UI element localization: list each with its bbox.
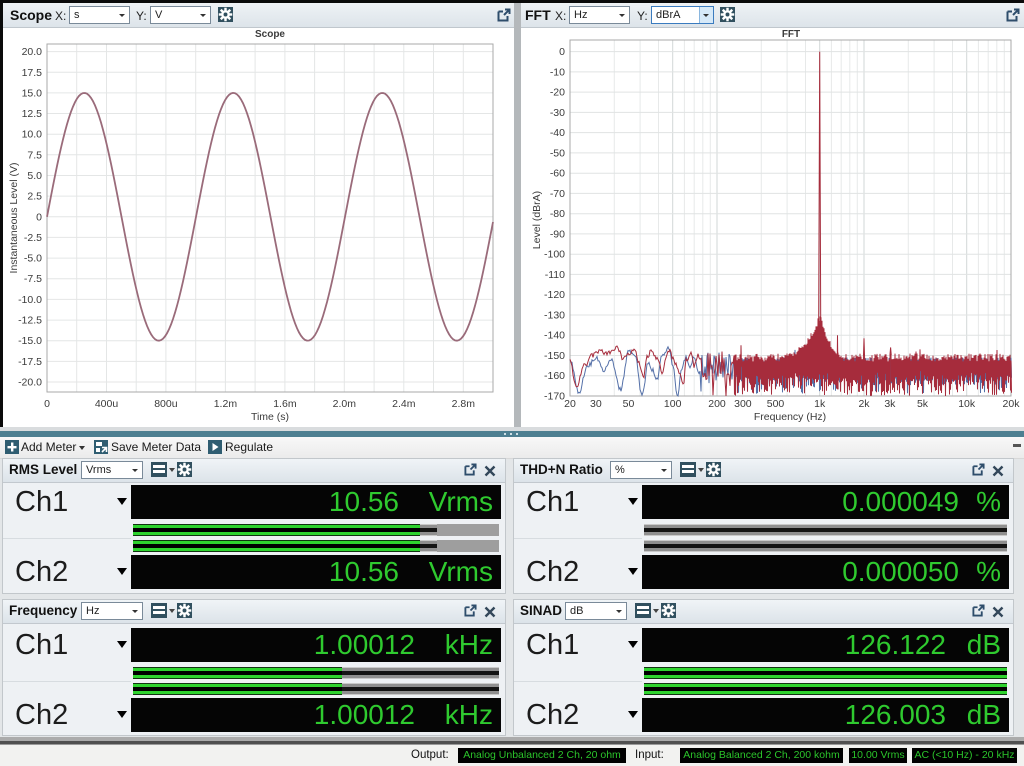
svg-text:-40: -40 xyxy=(550,127,565,139)
svg-text:2k: 2k xyxy=(858,398,870,410)
svg-text:-100: -100 xyxy=(544,249,565,261)
svg-text:-10: -10 xyxy=(550,66,565,78)
svg-text:1k: 1k xyxy=(814,398,826,410)
svg-text:-17.5: -17.5 xyxy=(18,356,42,368)
svg-text:7.5: 7.5 xyxy=(27,149,42,161)
svg-text:Level (dBrA): Level (dBrA) xyxy=(531,191,543,249)
svg-text:Instantaneous Level (V): Instantaneous Level (V) xyxy=(8,163,20,274)
svg-text:-160: -160 xyxy=(544,370,565,382)
svg-text:2.8m: 2.8m xyxy=(452,398,476,410)
svg-text:50: 50 xyxy=(623,398,635,410)
svg-text:-70: -70 xyxy=(550,188,565,200)
svg-text:-90: -90 xyxy=(550,228,565,240)
svg-text:20: 20 xyxy=(564,398,576,410)
svg-text:-10.0: -10.0 xyxy=(18,294,42,306)
svg-text:-30: -30 xyxy=(550,107,565,119)
svg-text:500: 500 xyxy=(767,398,785,410)
svg-text:-130: -130 xyxy=(544,310,565,322)
svg-text:-110: -110 xyxy=(545,269,565,281)
svg-text:-12.5: -12.5 xyxy=(18,315,42,327)
svg-text:10k: 10k xyxy=(958,398,976,410)
svg-text:1.2m: 1.2m xyxy=(214,398,238,410)
svg-text:200: 200 xyxy=(708,398,726,410)
svg-text:12.5: 12.5 xyxy=(22,108,43,120)
svg-text:Scope: Scope xyxy=(255,29,285,40)
svg-text:-60: -60 xyxy=(550,168,565,180)
svg-text:1.6m: 1.6m xyxy=(273,398,297,410)
svg-text:400u: 400u xyxy=(95,398,119,410)
svg-text:Frequency (Hz): Frequency (Hz) xyxy=(754,411,826,423)
svg-text:0: 0 xyxy=(36,211,42,223)
svg-text:-170: -170 xyxy=(544,391,565,403)
svg-text:FFT: FFT xyxy=(782,29,800,40)
svg-text:-20.0: -20.0 xyxy=(18,377,42,389)
svg-text:800u: 800u xyxy=(154,398,178,410)
svg-text:0: 0 xyxy=(44,398,50,410)
svg-text:20.0: 20.0 xyxy=(22,46,43,58)
svg-text:2.0m: 2.0m xyxy=(333,398,357,410)
svg-text:300: 300 xyxy=(734,398,752,410)
svg-text:10.0: 10.0 xyxy=(22,129,43,141)
svg-text:2.5: 2.5 xyxy=(27,191,42,203)
svg-text:-150: -150 xyxy=(544,350,565,362)
svg-text:2.4m: 2.4m xyxy=(392,398,416,410)
svg-text:-15.0: -15.0 xyxy=(18,335,42,347)
svg-text:30: 30 xyxy=(590,398,602,410)
svg-text:3k: 3k xyxy=(884,398,896,410)
svg-text:-5.0: -5.0 xyxy=(24,253,42,265)
svg-text:15.0: 15.0 xyxy=(22,87,43,99)
svg-text:0: 0 xyxy=(559,46,565,58)
svg-text:5k: 5k xyxy=(917,398,929,410)
svg-text:-2.5: -2.5 xyxy=(24,232,42,244)
svg-text:17.5: 17.5 xyxy=(22,67,43,79)
svg-text:-7.5: -7.5 xyxy=(24,273,42,285)
svg-text:-20: -20 xyxy=(550,87,565,99)
svg-text:-50: -50 xyxy=(550,147,565,159)
svg-text:-140: -140 xyxy=(544,330,565,342)
svg-text:20k: 20k xyxy=(1003,398,1021,410)
svg-text:5.0: 5.0 xyxy=(27,170,42,182)
svg-text:100: 100 xyxy=(664,398,682,410)
svg-text:-120: -120 xyxy=(544,289,565,301)
svg-text:Time (s): Time (s) xyxy=(251,411,289,423)
svg-text:-80: -80 xyxy=(550,208,565,220)
